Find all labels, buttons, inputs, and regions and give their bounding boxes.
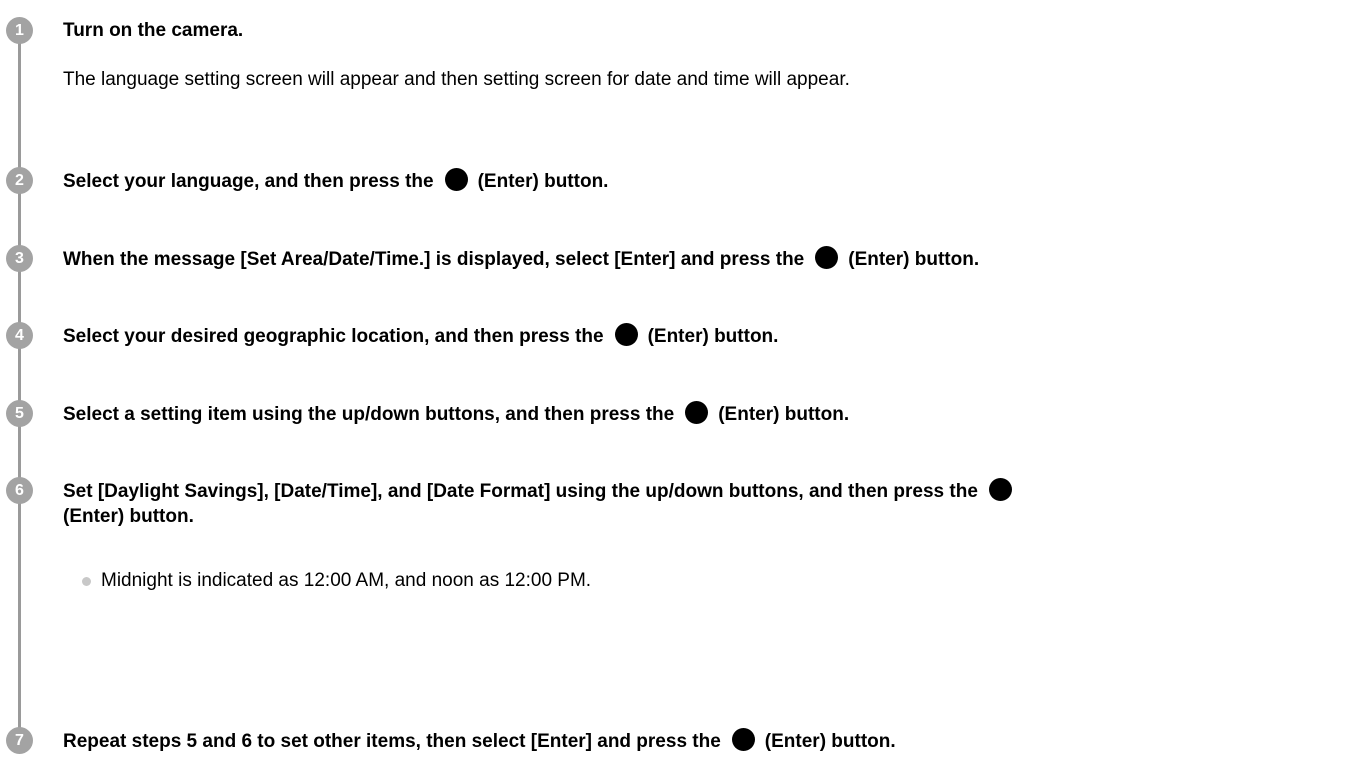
step-title-continuation: (Enter) button. <box>63 506 194 527</box>
step-title-text: (Enter) button. <box>477 171 609 192</box>
step-number-badge: 2 <box>6 167 33 194</box>
step-title-text: Set [Daylight Savings], [Date/Time], and… <box>63 481 978 502</box>
step-title-text: When the message [Set Area/Date/Time.] i… <box>63 249 805 270</box>
step-title-text: Select your desired geographic location,… <box>63 326 604 347</box>
step-title-text: Select your language, and then press the <box>63 171 434 192</box>
step-title: Select your desired geographic location,… <box>63 323 778 350</box>
step-title: Select a setting item using the up/down … <box>63 401 849 428</box>
step-number-badge: 1 <box>6 17 33 44</box>
step-title-text: (Enter) button. <box>718 404 850 425</box>
step-title: Turn on the camera. <box>63 20 244 41</box>
steps-timeline <box>18 30 21 742</box>
step-number-badge: 7 <box>6 727 33 754</box>
enter-button-icon <box>614 323 638 346</box>
step-title-text: (Enter) button. <box>848 249 980 270</box>
step-number-badge: 6 <box>6 477 33 504</box>
step-title-text: Select a setting item using the up/down … <box>63 404 675 425</box>
step-note: Midnight is indicated as 12:00 AM, and n… <box>101 570 592 591</box>
step-number-badge: 4 <box>6 322 33 349</box>
step-description: The language setting screen will appear … <box>63 69 850 90</box>
enter-button-icon <box>685 401 709 424</box>
step-title: Repeat steps 5 and 6 to set other items,… <box>63 728 896 755</box>
step-title: Select your language, and then press the… <box>63 168 608 195</box>
step-number-badge: 5 <box>6 400 33 427</box>
enter-button-icon <box>988 478 1012 501</box>
step-title: Set [Daylight Savings], [Date/Time], and… <box>63 478 1012 505</box>
step-title-text: Repeat steps 5 and 6 to set other items,… <box>63 731 721 752</box>
enter-button-icon <box>731 728 755 751</box>
bullet-icon <box>82 577 91 586</box>
enter-button-icon <box>815 246 839 269</box>
step-number-badge: 3 <box>6 245 33 272</box>
enter-button-icon <box>444 168 468 191</box>
step-title: When the message [Set Area/Date/Time.] i… <box>63 246 979 273</box>
step-title-text: (Enter) button. <box>764 731 896 752</box>
step-title-text: (Enter) button. <box>647 326 779 347</box>
